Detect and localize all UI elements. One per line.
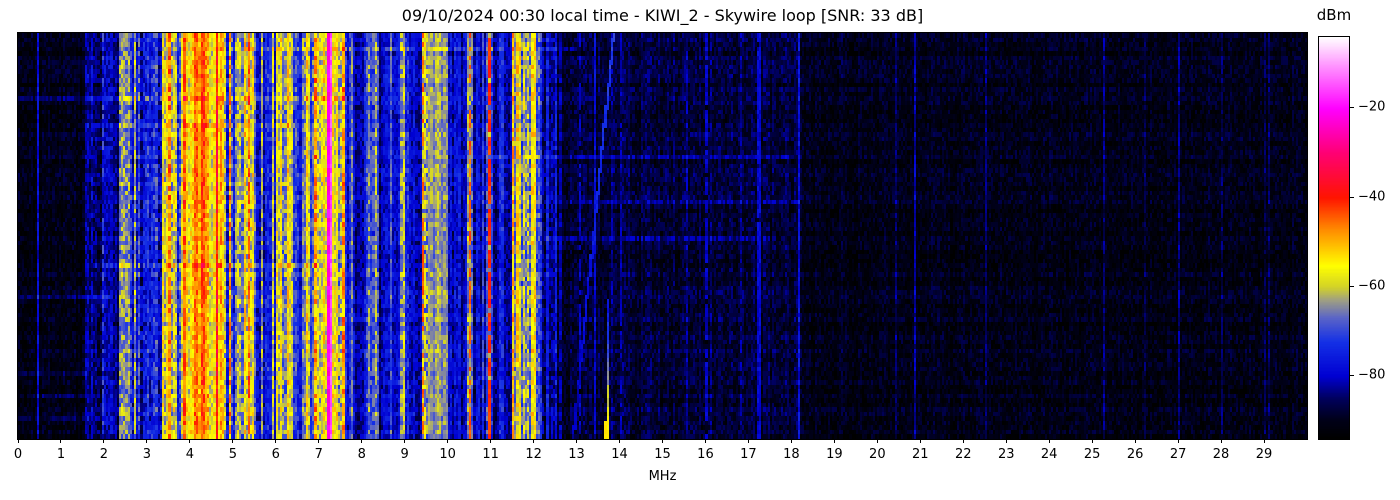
x-tick-mark (962, 439, 964, 443)
x-tick-label: 15 (654, 447, 671, 462)
x-tick-label: 18 (783, 447, 800, 462)
colorbar (1318, 36, 1350, 440)
x-tick-label: 11 (482, 447, 499, 462)
x-tick-mark (1005, 439, 1007, 443)
x-tick-mark (1177, 439, 1179, 443)
x-tick-label: 1 (56, 447, 66, 462)
x-tick-label: 3 (142, 447, 152, 462)
x-tick-mark (232, 439, 234, 443)
x-tick-label: 17 (740, 447, 757, 462)
x-tick-mark (318, 439, 320, 443)
spectrogram-figure: 09/10/2024 00:30 local time - KIWI_2 - S… (0, 0, 1400, 500)
colorbar-tick-mark (1350, 286, 1354, 288)
x-tick-label: 12 (525, 447, 542, 462)
x-tick-mark (103, 439, 105, 443)
x-axis-label: MHz (648, 469, 677, 484)
x-tick-label: 21 (912, 447, 929, 462)
colorbar-tick-mark (1350, 196, 1354, 198)
x-tick-mark (1220, 439, 1222, 443)
x-tick-mark (1048, 439, 1050, 443)
x-tick-mark (361, 439, 363, 443)
x-tick-mark (704, 439, 706, 443)
x-tick-label: 26 (1126, 447, 1144, 462)
x-tick-label: 10 (439, 447, 456, 462)
x-tick-mark (404, 439, 406, 443)
x-tick-mark (790, 439, 792, 443)
x-tick-mark (146, 439, 148, 443)
x-tick-label: 8 (357, 447, 366, 462)
x-tick-mark (662, 439, 663, 443)
x-tick-label: 22 (954, 447, 972, 462)
x-tick-label: 16 (697, 447, 714, 462)
plot-area (17, 32, 1308, 440)
x-tick-label: 0 (13, 447, 23, 462)
x-tick-mark (60, 439, 62, 443)
colorbar-gradient (1319, 37, 1349, 439)
x-tick-mark (919, 439, 921, 443)
x-tick-mark (576, 439, 578, 443)
x-tick-label: 25 (1083, 447, 1101, 462)
x-tick-mark (490, 439, 492, 443)
x-tick-label: 28 (1212, 447, 1230, 462)
x-tick-label: 24 (1040, 447, 1058, 462)
waterfall-heatmap (18, 33, 1307, 439)
x-tick-mark (876, 439, 878, 443)
x-tick-label: 7 (314, 447, 323, 462)
x-tick-label: 23 (997, 447, 1015, 462)
x-tick-label: 2 (99, 447, 109, 462)
x-tick-label: 14 (611, 447, 628, 462)
x-tick-mark (619, 439, 621, 443)
colorbar-tick-mark (1350, 107, 1354, 109)
x-tick-mark (1134, 439, 1136, 443)
x-tick-mark (189, 439, 191, 443)
colorbar-tick-mark (1350, 375, 1354, 377)
x-tick-label: 29 (1255, 447, 1273, 462)
x-tick-label: 4 (185, 447, 194, 462)
x-tick-label: 20 (869, 447, 886, 462)
x-tick-mark (17, 439, 19, 443)
x-tick-mark (1263, 439, 1265, 443)
x-tick-label: 13 (568, 447, 585, 462)
x-tick-label: 27 (1169, 447, 1187, 462)
x-tick-mark (747, 439, 749, 443)
colorbar-tick-label: −20 (1358, 99, 1386, 115)
x-tick-mark (833, 439, 835, 443)
colorbar-tick-label: −60 (1358, 278, 1386, 294)
x-tick-label: 9 (400, 447, 409, 462)
colorbar-tick-label: −80 (1358, 367, 1386, 383)
x-tick-label: 19 (826, 447, 843, 462)
x-tick-label: 5 (228, 447, 237, 462)
x-tick-mark (275, 439, 277, 443)
x-tick-mark (1091, 439, 1093, 443)
colorbar-unit-label: dBm (1316, 6, 1352, 24)
x-tick-mark (533, 439, 535, 443)
x-tick-label: 6 (271, 447, 280, 462)
colorbar-tick-label: −40 (1358, 189, 1386, 205)
x-tick-mark (447, 439, 449, 443)
chart-title: 09/10/2024 00:30 local time - KIWI_2 - S… (401, 6, 924, 25)
